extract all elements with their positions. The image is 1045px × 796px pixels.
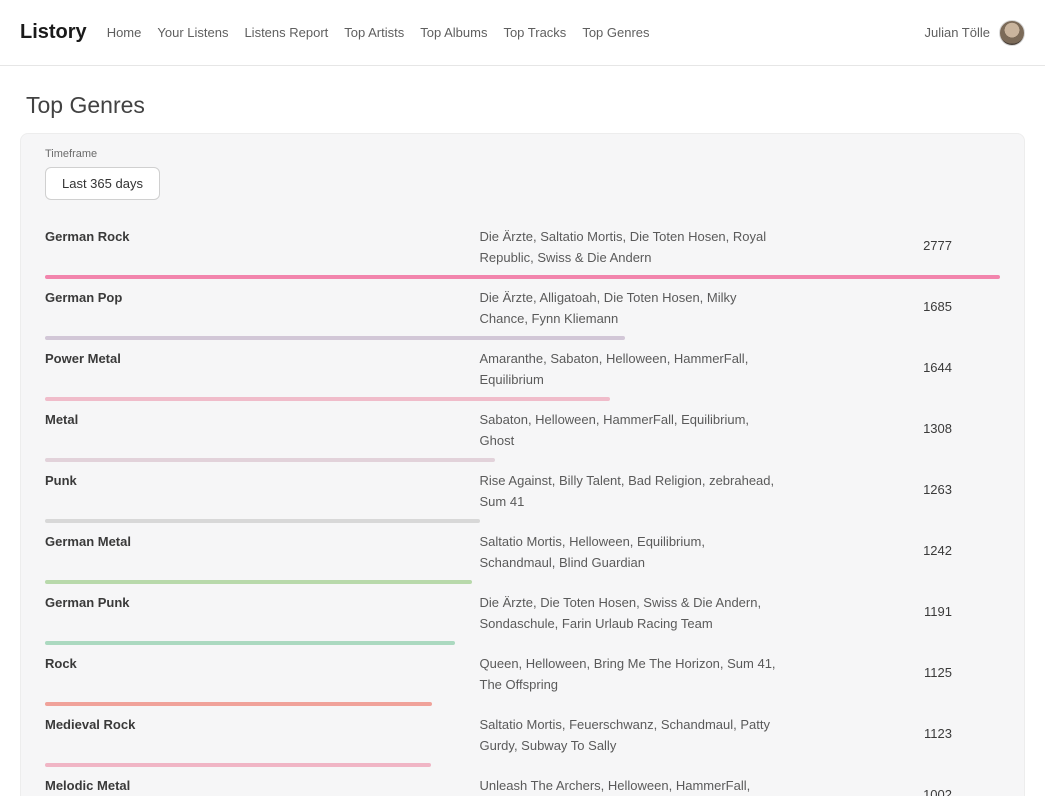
genre-name: German Punk <box>45 589 480 613</box>
genre-name: Metal <box>45 406 480 430</box>
main-content: Top Genres Timeframe Last 365 days Germa… <box>0 92 1045 796</box>
genre-row-content: German Rock Die Ärzte, Saltatio Mortis, … <box>45 218 1000 275</box>
genre-artists: Queen, Helloween, Bring Me The Horizon, … <box>480 650 776 695</box>
genre-artists: Saltatio Mortis, Helloween, Equilibrium,… <box>480 528 776 573</box>
genre-count: 1242 <box>923 543 1000 558</box>
genre-row-content: German Pop Die Ärzte, Alligatoah, Die To… <box>45 279 1000 336</box>
page-title: Top Genres <box>26 92 1025 119</box>
app-bar: Listory Home Your Listens Listens Report To… <box>0 0 1045 66</box>
genre-list: German Rock Die Ärzte, Saltatio Mortis, … <box>45 218 1000 796</box>
genre-artists: Rise Against, Billy Talent, Bad Religion… <box>480 467 776 512</box>
timeframe-filter: Timeframe Last 365 days <box>45 148 1000 200</box>
genre-row[interactable]: Melodic Metal Unleash The Archers, Hello… <box>45 767 1000 796</box>
nav-item-home[interactable]: Home <box>107 25 142 40</box>
timeframe-label: Timeframe <box>45 148 1000 160</box>
nav-item-your-listens[interactable]: Your Listens <box>157 25 228 40</box>
genre-artists: Saltatio Mortis, Feuerschwanz, Schandmau… <box>480 711 776 756</box>
genre-name: Melodic Metal <box>45 772 480 796</box>
genre-name: Rock <box>45 650 480 674</box>
genre-row[interactable]: German Metal Saltatio Mortis, Helloween,… <box>45 523 1000 584</box>
genre-row[interactable]: Power Metal Amaranthe, Sabaton, Hellowee… <box>45 340 1000 401</box>
user-area: Julian Tölle <box>924 20 1025 46</box>
genre-artists: Sabaton, Helloween, HammerFall, Equilibr… <box>480 406 776 451</box>
genre-count: 1002 <box>923 787 1000 796</box>
genre-name: German Metal <box>45 528 480 552</box>
genre-row[interactable]: Rock Queen, Helloween, Bring Me The Hori… <box>45 645 1000 706</box>
genre-row-content: German Metal Saltatio Mortis, Helloween,… <box>45 523 1000 580</box>
genre-artists: Amaranthe, Sabaton, Helloween, HammerFal… <box>480 345 776 390</box>
genre-row-content: German Punk Die Ärzte, Die Toten Hosen, … <box>45 584 1000 641</box>
nav-item-top-artists[interactable]: Top Artists <box>344 25 404 40</box>
timeframe-select[interactable]: Last 365 days <box>45 167 160 200</box>
genre-row[interactable]: Metal Sabaton, Helloween, HammerFall, Eq… <box>45 401 1000 462</box>
genre-count: 1191 <box>924 604 1000 619</box>
genre-count: 1685 <box>923 299 1000 314</box>
user-avatar[interactable] <box>999 20 1025 46</box>
genre-artists: Die Ärzte, Saltatio Mortis, Die Toten Ho… <box>480 223 776 268</box>
nav-item-listens-report[interactable]: Listens Report <box>244 25 328 40</box>
genre-name: German Rock <box>45 223 480 247</box>
main-nav: Home Your Listens Listens Report Top Artist… <box>107 25 925 40</box>
nav-item-top-tracks[interactable]: Top Tracks <box>503 25 566 40</box>
genre-row-content: Medieval Rock Saltatio Mortis, Feuerschw… <box>45 706 1000 763</box>
genre-artists: Die Ärzte, Die Toten Hosen, Swiss & Die … <box>480 589 776 634</box>
genre-count: 1644 <box>923 360 1000 375</box>
user-name[interactable]: Julian Tölle <box>924 25 990 40</box>
genre-name: Punk <box>45 467 480 491</box>
genre-name: Power Metal <box>45 345 480 369</box>
genre-artists: Die Ärzte, Alligatoah, Die Toten Hosen, … <box>480 284 776 329</box>
genre-count: 1123 <box>924 726 1000 741</box>
genre-name: Medieval Rock <box>45 711 480 735</box>
genre-row-content: Metal Sabaton, Helloween, HammerFall, Eq… <box>45 401 1000 458</box>
genre-row[interactable]: German Rock Die Ärzte, Saltatio Mortis, … <box>45 218 1000 279</box>
top-genres-card: Timeframe Last 365 days German Rock Die … <box>20 133 1025 796</box>
genre-count: 1125 <box>924 665 1000 680</box>
app-logo[interactable]: Listory <box>20 21 87 44</box>
nav-item-top-albums[interactable]: Top Albums <box>420 25 487 40</box>
genre-row-content: Power Metal Amaranthe, Sabaton, Hellowee… <box>45 340 1000 397</box>
genre-row[interactable]: Punk Rise Against, Billy Talent, Bad Rel… <box>45 462 1000 523</box>
genre-name: German Pop <box>45 284 480 308</box>
genre-row[interactable]: Medieval Rock Saltatio Mortis, Feuerschw… <box>45 706 1000 767</box>
genre-row[interactable]: German Pop Die Ärzte, Alligatoah, Die To… <box>45 279 1000 340</box>
genre-row-content: Punk Rise Against, Billy Talent, Bad Rel… <box>45 462 1000 519</box>
genre-count: 1308 <box>923 421 1000 436</box>
genre-count: 2777 <box>923 238 1000 253</box>
genre-row-content: Rock Queen, Helloween, Bring Me The Hori… <box>45 645 1000 702</box>
genre-row-content: Melodic Metal Unleash The Archers, Hello… <box>45 767 1000 796</box>
genre-artists: Unleash The Archers, Helloween, HammerFa… <box>480 772 776 796</box>
nav-item-top-genres[interactable]: Top Genres <box>582 25 649 40</box>
genre-count: 1263 <box>923 482 1000 497</box>
genre-row[interactable]: German Punk Die Ärzte, Die Toten Hosen, … <box>45 584 1000 645</box>
